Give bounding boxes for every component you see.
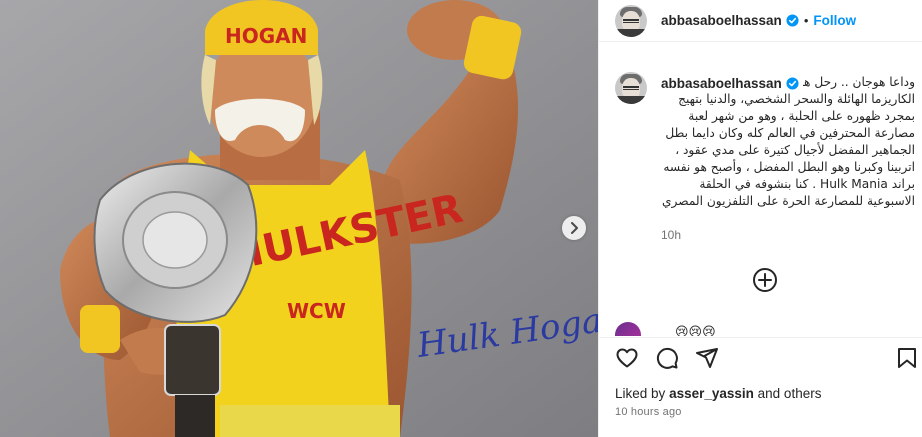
- separator-dot: •: [803, 13, 809, 28]
- action-bar: [599, 337, 922, 377]
- caption-time: 10h: [661, 228, 682, 242]
- caption-text: وداعا هوجان .. رحل هالك هوجان المصارع ذو…: [661, 74, 915, 210]
- liked-by-prefix: Liked by: [615, 386, 666, 401]
- follow-button[interactable]: Follow: [813, 13, 856, 28]
- header-username[interactable]: abbasaboelhassan: [661, 13, 782, 28]
- wcw-text: WCW: [287, 299, 346, 323]
- comment-icon[interactable]: [655, 346, 679, 370]
- avatar[interactable]: [615, 4, 647, 37]
- paper-plane-icon[interactable]: [695, 346, 719, 370]
- comment-peek: 😢😢😢: [615, 322, 915, 336]
- post-timestamp[interactable]: 10 hours ago: [615, 406, 682, 418]
- caption-avatar[interactable]: [615, 72, 647, 104]
- heart-icon[interactable]: [615, 346, 639, 370]
- liked-by-user[interactable]: asser_yassin: [669, 386, 754, 401]
- liked-by: Liked by asser_yassin and others: [615, 386, 821, 401]
- bookmark-icon[interactable]: [895, 346, 919, 370]
- bandana-text: HOGAN: [225, 24, 307, 48]
- avatar[interactable]: [615, 322, 641, 336]
- caption-body: وداعا هوجان .. رحل هالك هوجان المصارع ذو…: [661, 75, 915, 208]
- chevron-right-icon: [571, 222, 578, 234]
- verified-badge-icon: [786, 77, 799, 90]
- liked-by-suffix[interactable]: and others: [758, 386, 822, 401]
- comment-peek-text: 😢😢😢: [675, 324, 716, 336]
- post-header: abbasaboelhassan • Follow: [599, 0, 922, 42]
- verified-badge-icon: [786, 14, 799, 27]
- post-media[interactable]: HULKSTER WCW HOGAN Hulk Hogan: [0, 0, 598, 437]
- post-photo: HULKSTER WCW HOGAN Hulk Hogan: [0, 0, 598, 437]
- plus-circle-icon[interactable]: [752, 267, 778, 293]
- post-panel: abbasaboelhassan • Follow وداعا هوجان ..…: [598, 0, 922, 437]
- next-image-button[interactable]: [562, 216, 586, 240]
- caption-username[interactable]: abbasaboelhassan: [661, 76, 782, 91]
